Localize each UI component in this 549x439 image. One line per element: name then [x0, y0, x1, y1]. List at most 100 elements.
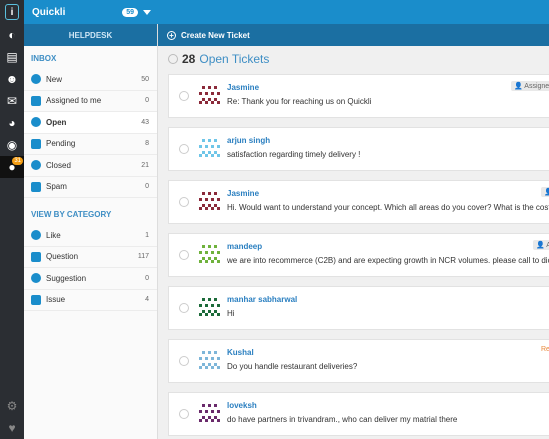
ticket-author[interactable]: Jasmine — [227, 189, 259, 198]
ticket-checkbox[interactable] — [179, 356, 189, 366]
helpdesk-icon[interactable]: ● 31 — [0, 156, 24, 178]
issue-icon — [31, 294, 41, 305]
ticket-row[interactable]: loveksh do have partners in trivandram., … — [168, 392, 549, 436]
app-name: Quickli — [32, 6, 66, 18]
status-badge: Res — [541, 346, 549, 353]
inbox-item-count: 43 — [141, 118, 149, 126]
question-icon — [31, 251, 41, 262]
ticket-checkbox[interactable] — [179, 409, 189, 419]
top-bar — [158, 0, 549, 24]
ticket-list-title: Open Tickets — [199, 52, 270, 66]
avatar — [199, 351, 220, 369]
inbox-item[interactable]: Open 43 — [24, 112, 157, 134]
inbox-item[interactable]: Assigned to me 0 — [24, 91, 157, 112]
inbox-item-count: 0 — [145, 183, 149, 191]
ticket-row[interactable]: Jasmine Re: Thank you for reaching us on … — [168, 74, 549, 118]
chat-icon[interactable]: ◕ — [0, 112, 24, 134]
category-item-count: 1 — [145, 231, 149, 239]
inbox-item[interactable]: New 50 — [24, 69, 157, 91]
mail-icon[interactable]: ✉ — [0, 90, 24, 112]
ticket-author[interactable]: manhar sabharwal — [227, 295, 297, 304]
inbox-item-label: Pending — [46, 139, 76, 149]
ticket-checkbox[interactable] — [179, 91, 189, 101]
inbox-title: INBOX — [31, 54, 57, 63]
ticket-checkbox[interactable] — [179, 197, 189, 207]
avatar — [199, 245, 220, 263]
contacts-icon[interactable]: ▤ — [0, 46, 24, 68]
ticket-row[interactable]: mandeep we are into recommerce (C2B) and … — [168, 233, 549, 277]
sidebar-header: HELPDESK — [24, 24, 157, 46]
status-badge: 👤 — [541, 187, 549, 197]
status-badge: 👤 A — [533, 240, 549, 250]
category-item-label: Like — [46, 230, 61, 240]
palette-icon[interactable]: ◐ — [0, 24, 24, 46]
plus-icon[interactable]: + — [167, 30, 176, 40]
inbox-item-count: 21 — [141, 161, 149, 169]
category-item[interactable]: Question 117 — [24, 247, 157, 268]
logo-icon[interactable]: i — [0, 0, 24, 24]
inbox-item-count: 0 — [145, 97, 149, 105]
category-title: VIEW BY CATEGORY — [31, 210, 112, 219]
action-bar: + Create New Ticket — [158, 24, 549, 46]
select-all-checkbox[interactable] — [168, 54, 178, 64]
ticket-row[interactable]: Kushal Do you handle restaurant deliverie… — [168, 339, 549, 383]
envelope-icon — [31, 160, 41, 171]
ticket-author[interactable]: Kushal — [227, 348, 254, 357]
inbox-item[interactable]: Spam 0 — [24, 177, 157, 198]
avatar — [199, 86, 220, 104]
inbox-item[interactable]: Closed 21 — [24, 155, 157, 177]
ticket-subject[interactable]: Hi — [227, 309, 235, 318]
ticket-author[interactable]: mandeep — [227, 242, 262, 251]
ban-icon — [31, 181, 41, 192]
inbox-item[interactable]: Pending 8 — [24, 134, 157, 155]
category-item-count: 117 — [137, 253, 149, 261]
support-icon[interactable]: ◉ — [0, 134, 24, 156]
team-icon[interactable]: ☻ — [0, 68, 24, 90]
inbox-item-label: Open — [46, 117, 67, 127]
ticket-author[interactable]: Jasmine — [227, 83, 259, 92]
star-icon — [31, 74, 41, 85]
ticket-subject[interactable]: Re: Thank you for reaching us on Quickli — [227, 97, 371, 106]
ticket-checkbox[interactable] — [179, 144, 189, 154]
create-ticket-button[interactable]: Create New Ticket — [181, 31, 250, 40]
ticket-subject[interactable]: Hi. Would want to understand your concep… — [227, 203, 549, 212]
category-item-label: Suggestion — [46, 273, 87, 283]
category-item-label: Question — [46, 252, 79, 262]
status-badge: 👤 Assigned — [511, 81, 549, 91]
ticket-author[interactable]: loveksh — [227, 401, 257, 410]
ticket-row[interactable]: arjun singh satisfaction regarding timely… — [168, 127, 549, 171]
category-item[interactable]: Suggestion 0 — [24, 268, 157, 290]
ticket-subject[interactable]: satisfaction regarding timely delivery ! — [227, 150, 360, 159]
category-item[interactable]: Issue 4 — [24, 290, 157, 311]
user-icon — [31, 95, 41, 106]
ticket-checkbox[interactable] — [179, 303, 189, 313]
category-item-label: Issue — [46, 295, 66, 305]
page-title: 28 Open Tickets — [158, 46, 549, 72]
category-item-count: 0 — [145, 274, 149, 282]
inbox-item-label: Assigned to me — [46, 96, 102, 106]
heart-icon[interactable]: ♥ — [0, 417, 24, 439]
avatar — [199, 298, 220, 316]
category-item[interactable]: Like 1 — [24, 225, 157, 247]
inbox-item-count: 8 — [145, 140, 149, 148]
ticket-row[interactable]: Jasmine Hi. Would want to understand your… — [168, 180, 549, 224]
ticket-list-panel: 28 Open Tickets Jasmine Re: Thank you for… — [158, 46, 549, 439]
ticket-author[interactable]: arjun singh — [227, 136, 270, 145]
avatar — [199, 192, 220, 210]
thumbs-up-icon — [31, 230, 41, 241]
ticket-subject[interactable]: we are into recommerce (C2B) and are exp… — [227, 256, 549, 265]
inbox-item-count: 50 — [141, 75, 149, 83]
avatar — [199, 404, 220, 422]
workspace-switcher[interactable]: Quickli 59 — [24, 0, 158, 24]
folder-icon — [31, 117, 41, 128]
suggestion-icon — [31, 273, 41, 284]
helpdesk-sidebar: HELPDESK INBOX New 50 Assigned to me 0 Open 4… — [24, 24, 158, 439]
settings-icon[interactable]: ⚙ — [0, 395, 24, 417]
inbox-item-label: Closed — [46, 160, 71, 170]
ticket-row[interactable]: manhar sabharwal Hi — [168, 286, 549, 330]
ticket-subject[interactable]: Do you handle restaurant deliveries? — [227, 362, 357, 371]
chevron-down-icon[interactable] — [143, 9, 151, 15]
helpdesk-badge: 31 — [12, 157, 23, 165]
ticket-checkbox[interactable] — [179, 250, 189, 260]
ticket-subject[interactable]: do have partners in trivandram., who can… — [227, 415, 457, 424]
